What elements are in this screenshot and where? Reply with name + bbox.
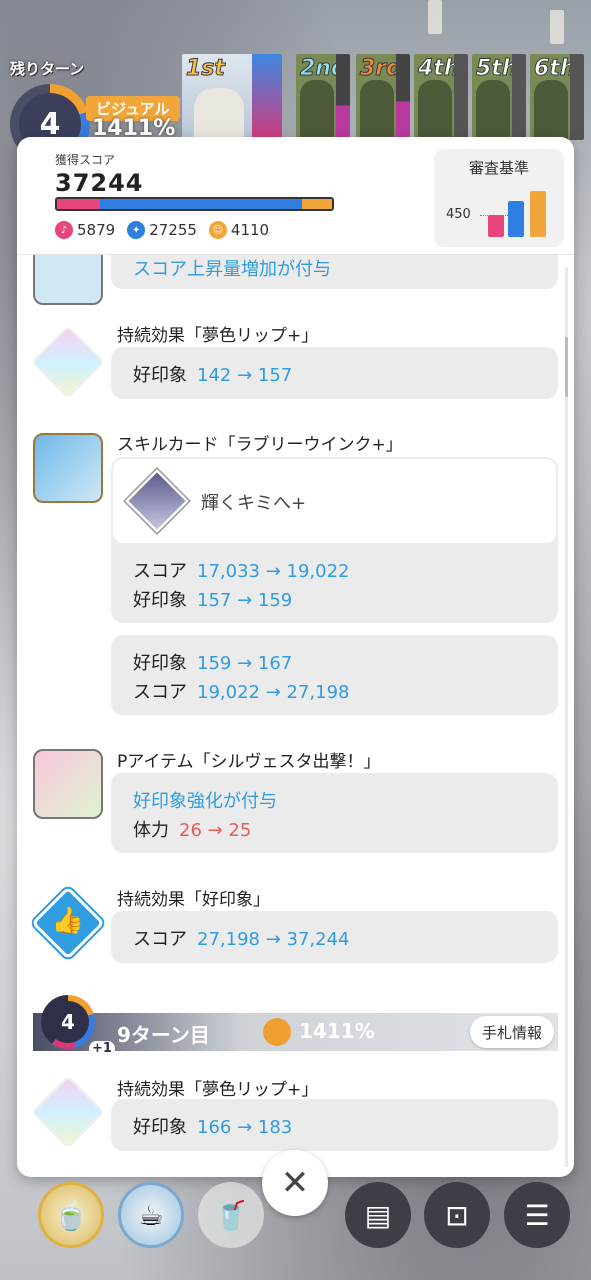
rank-5th: 5th	[472, 54, 526, 140]
effect-box: スコア 27,198 → 37,244	[111, 911, 558, 963]
stat-label: 好印象	[133, 653, 187, 674]
card-icon	[125, 469, 189, 533]
scrollbar-thumb[interactable]	[565, 337, 568, 397]
entry-title: Pアイテム「シルヴェスタ出撃！」	[117, 752, 381, 772]
p-item-icon	[33, 749, 103, 819]
score-breakdown: ♪ 5879 ✦ 27255 ☺ 4110	[55, 221, 269, 239]
entry-title: 持続効果「夢色リップ+」	[117, 326, 319, 346]
effect-text: スコア上昇量増加が付与	[133, 259, 331, 280]
entry-title: スキルカード「ラブリーウインク+」	[117, 435, 403, 455]
deck-list-button[interactable]: ▤	[345, 1182, 411, 1248]
stat-change: 27,198 → 37,244	[197, 929, 350, 950]
stat-change: 142 → 157	[197, 365, 293, 386]
visual-icon: ☺	[208, 221, 227, 239]
coffee-drink-button[interactable]: ☕	[118, 1182, 184, 1248]
turn-plus-badge: +1	[89, 1041, 115, 1056]
score-header: 獲得スコア 37244 ♪ 5879 ✦ 27255 ☺ 4110 審査基準 450	[17, 137, 574, 255]
close-button[interactable]: ✕	[262, 1150, 328, 1216]
effect-text: 好印象強化が付与	[133, 791, 277, 812]
lip-effect-icon	[31, 325, 105, 399]
effect-box: 好印象 159 → 167 スコア 19,022 → 27,198	[111, 635, 558, 715]
stat-label: スコア	[133, 929, 187, 950]
turns-remaining-label: 残りターン	[10, 60, 85, 78]
stat-label: 好印象	[133, 590, 187, 611]
score-bar	[55, 197, 334, 211]
ceiling-lamp	[428, 0, 442, 34]
score-total: 37244	[55, 169, 144, 197]
skill-card-icon	[33, 433, 103, 503]
vocal-icon: ♪	[55, 221, 73, 239]
criteria-box[interactable]: 審査基準 450	[434, 149, 564, 247]
criteria-value: 450	[446, 207, 471, 222]
rank-2nd: 2nd	[296, 54, 350, 140]
score-label: 獲得スコア	[55, 153, 116, 167]
stat-label: 体力	[133, 820, 169, 841]
rank-4th: 4th	[414, 54, 468, 140]
effect-box: スコア上昇量増加が付与	[111, 255, 558, 289]
effect-box: 好印象 166 → 183	[111, 1099, 558, 1151]
turn-badge: 4	[41, 995, 95, 1049]
dance-icon: ✦	[127, 221, 146, 239]
criteria-bar-vocal	[488, 215, 504, 237]
menu-icon[interactable]: ☰	[504, 1182, 570, 1248]
rank-3rd: 3rd	[356, 54, 410, 140]
stat-change: 19,022 → 27,198	[197, 682, 350, 703]
hand-info-button[interactable]: 手札情報	[469, 1016, 554, 1048]
turn-label: 9ターン目	[117, 1023, 210, 1047]
dance-score: 27255	[149, 221, 197, 239]
entry-title: 持続効果「夢色リップ+」	[117, 1080, 319, 1100]
tea-drink-button[interactable]: 🍵	[38, 1182, 104, 1248]
visual-icon	[263, 1018, 291, 1046]
action-log-panel: 獲得スコア 37244 ♪ 5879 ✦ 27255 ☺ 4110 審査基準 450 …	[17, 137, 574, 1177]
stat-label: 好印象	[133, 365, 187, 386]
effect-box: 好印象 142 → 157	[111, 347, 558, 399]
action-log-list[interactable]: スコア上昇量増加が付与 持続効果「夢色リップ+」 好印象 142 → 157 スキ…	[17, 255, 574, 1177]
stat-change: 26 → 25	[179, 820, 252, 841]
unlock-button[interactable]: ⊡	[424, 1182, 490, 1248]
criteria-bar-dance	[508, 201, 524, 237]
card-name: 輝くキミへ+	[201, 493, 307, 514]
skill-card-icon	[33, 255, 103, 305]
ceiling-lamp	[550, 10, 564, 44]
stat-change: 166 → 183	[197, 1117, 293, 1138]
rank-6th: 6th	[530, 54, 584, 140]
criteria-title: 審査基準	[468, 159, 529, 177]
criteria-bar-visual	[530, 191, 546, 237]
thumbs-up-icon: 👍	[31, 886, 105, 960]
idol-portrait	[194, 88, 244, 140]
stat-change: 157 → 159	[197, 590, 293, 611]
card-item[interactable]: 輝くキミへ+	[113, 459, 556, 543]
stat-label: スコア	[133, 682, 187, 703]
stat-change: 17,033 → 19,022	[197, 561, 350, 582]
rank-1st: 1st	[182, 54, 282, 140]
stat-label: スコア	[133, 561, 187, 582]
vocal-score: 5879	[77, 221, 116, 239]
empty-drink-slot[interactable]: 🥤	[198, 1182, 264, 1248]
effect-box: 好印象強化が付与 体力 26 → 25	[111, 773, 558, 853]
lip-effect-icon	[31, 1075, 105, 1149]
stat-label: 好印象	[133, 1117, 187, 1138]
turn-percent: 1411%	[299, 1019, 375, 1043]
scrollbar-track[interactable]	[565, 267, 568, 1167]
entry-title: 持続効果「好印象」	[117, 890, 270, 910]
card-effect-box: 輝くキミへ+ スコア 17,033 → 19,022 好印象 157 → 159	[111, 457, 558, 623]
visual-score: 4110	[230, 221, 270, 239]
stat-change: 159 → 167	[197, 653, 293, 674]
